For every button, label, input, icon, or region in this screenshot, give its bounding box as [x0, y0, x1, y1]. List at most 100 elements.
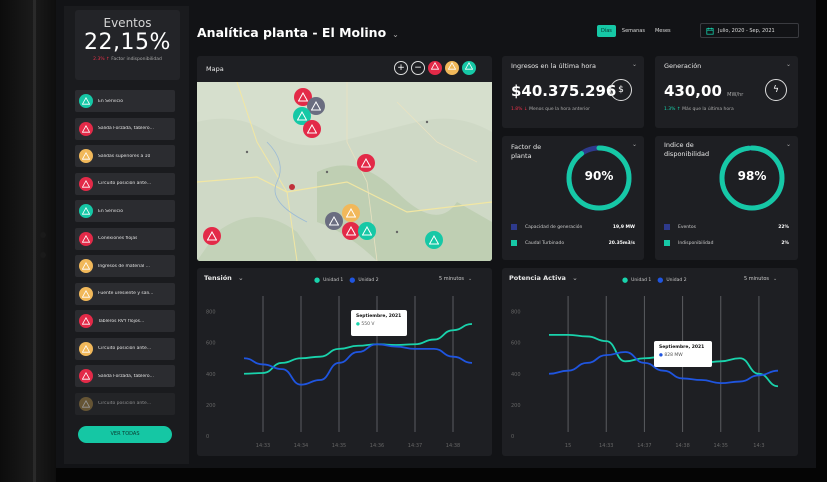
- warning-icon: [79, 286, 93, 301]
- map-marker-error[interactable]: [303, 120, 321, 138]
- map-marker-error[interactable]: [357, 154, 375, 172]
- alert-item[interactable]: En Servicio: [75, 90, 175, 112]
- events-kpi-value: 22,15%: [84, 30, 171, 55]
- date-range-picker[interactable]: Julio, 2020 - Sep, 2021: [700, 23, 799, 38]
- tab-semanas[interactable]: Semanas: [618, 25, 649, 37]
- alert-label: Tableros RVY flojos...: [98, 318, 145, 324]
- map-marker-error[interactable]: [203, 227, 221, 245]
- generation-value-row: 430,00 MW/hr: [664, 82, 743, 100]
- alert-item[interactable]: Circuito posición ante...: [75, 337, 175, 360]
- warning-icon: [429, 235, 439, 245]
- x-tick-label: 14:35: [714, 443, 728, 449]
- revenue-card: Ingresos en la última hora ⌄ $40.375.296…: [502, 56, 644, 128]
- events-kpi-title: Eventos: [103, 16, 152, 30]
- x-tick-label: 14:37: [637, 443, 651, 449]
- y-tick-label: 200: [206, 403, 216, 409]
- tab-meses[interactable]: Meses: [651, 25, 675, 37]
- x-tick-label: 14:34: [294, 443, 308, 449]
- warning-icon: [79, 259, 93, 273]
- filter-ok-button[interactable]: [462, 61, 476, 75]
- y-tick-label: 600: [206, 341, 216, 347]
- filter-error-button[interactable]: [428, 61, 442, 75]
- check-icon: [464, 61, 474, 70]
- currency-icon[interactable]: $: [610, 79, 632, 101]
- map-marker-ok[interactable]: [425, 231, 443, 249]
- generation-title: Generación: [664, 62, 702, 70]
- alert-label: Circuito posición ante...: [98, 401, 152, 406]
- warning-icon: [79, 341, 93, 356]
- calendar-icon: [706, 27, 714, 35]
- warning-icon: [362, 226, 372, 236]
- generation-value: 430,00: [664, 82, 722, 100]
- warning-icon: [207, 231, 217, 241]
- tooltip-value-row: ● 828 MW: [659, 353, 707, 358]
- tension-tooltip: Septiembre, 2021 ● 550 V: [351, 310, 407, 336]
- events-kpi-delta: 2.3%: [93, 57, 105, 62]
- alert-item[interactable]: Circuito posición ante...: [75, 172, 175, 195]
- map-marker-ok[interactable]: [358, 222, 376, 240]
- power-chart-panel: Potencia Activa ⌄ ● Unidad 1 ● Unidad 2 5 …: [502, 268, 798, 456]
- arrow-up-icon: ↑: [106, 57, 110, 62]
- chevron-down-icon: ⌄: [392, 30, 399, 39]
- events-kpi-sub: 2.3% ↑ Factor indisponibilidad: [75, 57, 180, 62]
- bezel-sensor-dot: [40, 252, 46, 258]
- check-icon: [79, 94, 93, 108]
- lightning-icon[interactable]: ϟ: [765, 79, 787, 101]
- revenue-delta-label: Menos que la hora anterior: [529, 107, 590, 112]
- device-frame: Eventos 22,15% 2.3% ↑ Factor indisponibi…: [0, 0, 827, 482]
- alert-label: Salidas superiores a 10: [98, 153, 151, 159]
- x-tick-label: 15: [565, 443, 571, 449]
- legend-square: [511, 224, 517, 230]
- warning-icon: [346, 208, 356, 218]
- alert-label: En Servicio: [98, 98, 123, 104]
- warning-icon: [79, 121, 93, 136]
- bezel-edge: [33, 0, 36, 482]
- alert-item[interactable]: Conexiones flojas: [75, 227, 175, 250]
- y-tick-label: 200: [511, 403, 521, 409]
- tab-dias[interactable]: Días: [597, 25, 616, 37]
- warning-icon: [298, 92, 308, 102]
- y-tick-label: 800: [511, 310, 521, 316]
- alert-item[interactable]: Fuente uresiente y sali...: [75, 282, 175, 305]
- filter-warning-button[interactable]: [445, 61, 459, 75]
- x-tick-label: 14:3: [753, 443, 764, 449]
- page-title[interactable]: Analítica planta - El Molino ⌄: [197, 25, 399, 40]
- map-canvas[interactable]: [197, 82, 492, 261]
- alert-label: Circuito posición ante...: [98, 346, 152, 351]
- row-label: Indisponibilidad: [678, 240, 714, 246]
- zoom-out-button[interactable]: −: [411, 61, 425, 75]
- warning-icon: [346, 226, 356, 236]
- row-value: 20.35m3/s: [608, 240, 635, 246]
- alert-item[interactable]: Tableros RVY flojos...: [75, 310, 175, 332]
- y-tick-label: 800: [206, 310, 216, 316]
- alert-item[interactable]: Circuito posición ante...: [75, 392, 175, 415]
- alert-item[interactable]: En Servicio: [75, 200, 175, 222]
- availability-row: Indisponibilidad 2%: [664, 240, 789, 246]
- events-kpi-delta-label: Factor indisponibilidad: [111, 57, 162, 62]
- generation-delta-label: Más que la última hora: [682, 107, 734, 112]
- chevron-down-icon[interactable]: ⌄: [786, 61, 791, 68]
- alert-item[interactable]: Salida Forzada, tablero...: [75, 365, 175, 387]
- alert-label: Circuito posición ante...: [98, 181, 152, 186]
- view-all-button[interactable]: VER TODAS: [78, 426, 172, 443]
- warning-icon: [430, 61, 440, 70]
- alert-item[interactable]: Salida Forzada, tablero...: [75, 117, 175, 140]
- chevron-down-icon[interactable]: ⌄: [632, 61, 637, 68]
- map-marker-neutral[interactable]: [325, 212, 343, 230]
- alert-item[interactable]: Ingresos de material ...: [75, 255, 175, 277]
- alert-item[interactable]: Salidas superiores a 10: [75, 145, 175, 167]
- zoom-in-button[interactable]: +: [394, 61, 408, 75]
- warning-icon: [79, 149, 93, 163]
- warning-icon: [79, 176, 93, 191]
- warning-icon: [79, 369, 93, 383]
- tooltip-title: Septiembre, 2021: [356, 314, 402, 319]
- map-marker-warning[interactable]: [342, 204, 360, 222]
- check-icon: [79, 204, 93, 218]
- generation-delta-row: 1.3% ↑ Más que la última hora: [664, 107, 734, 112]
- warning-icon: [361, 158, 371, 168]
- map-panel: Mapa + −: [197, 56, 492, 261]
- availability-value: 98%: [737, 169, 767, 183]
- tooltip-unit: MW: [674, 353, 683, 358]
- tooltip-unit: V: [371, 322, 375, 327]
- tension-chart: 14:33 14:34 14:35 14:36 14:37 14:38 0 200 400 600…: [206, 296, 473, 449]
